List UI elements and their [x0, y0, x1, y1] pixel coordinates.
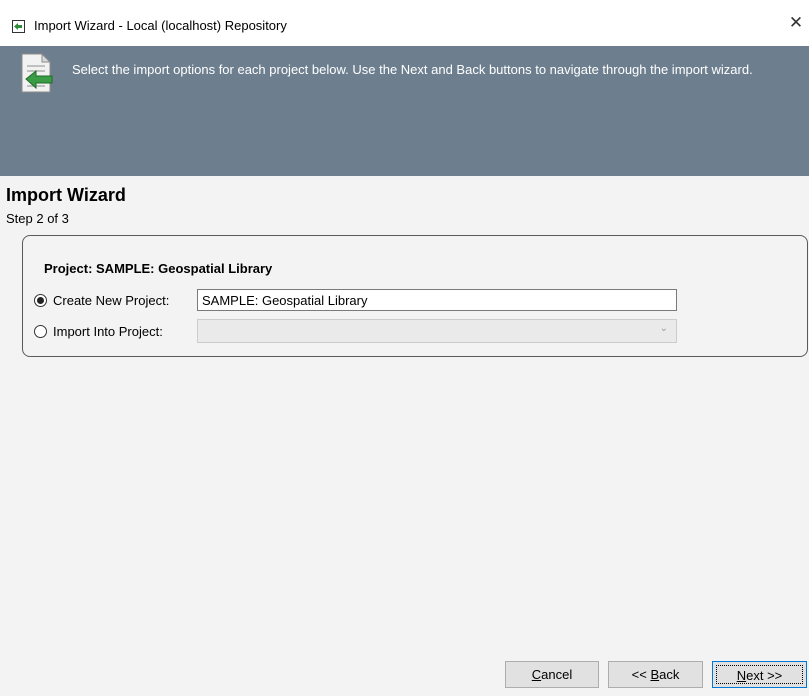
import-into-project-option[interactable]: Import Into Project:: [34, 320, 163, 342]
cancel-accelerator: C: [531, 667, 542, 682]
close-button[interactable]: ✕: [783, 8, 809, 38]
import-app-icon: [12, 20, 25, 33]
back-label-rest: ack: [659, 667, 680, 682]
document-import-icon: [21, 52, 53, 93]
close-icon: ✕: [788, 13, 804, 32]
import-into-project-label[interactable]: Import Into Project:: [53, 324, 163, 339]
next-button[interactable]: Next >>: [712, 661, 807, 688]
project-name-label: Project: SAMPLE: Geospatial Library: [44, 261, 273, 276]
back-label-prefix: <<: [631, 667, 651, 682]
wizard-step-indicator: Step 2 of 3: [6, 211, 69, 226]
wizard-title: Import Wizard: [6, 185, 126, 205]
new-project-name-input[interactable]: [197, 289, 677, 311]
next-focus-outline: Next >>: [716, 665, 803, 684]
window-title: Import Wizard - Local (localhost) Reposi…: [34, 18, 287, 33]
existing-project-dropdown[interactable]: ⌄: [197, 319, 677, 343]
next-label-rest: ext >>: [746, 668, 783, 683]
create-new-project-radio[interactable]: [34, 293, 47, 307]
banner-instructions-text: Select the import options for each proje…: [72, 62, 753, 77]
back-accelerator: B: [650, 667, 660, 682]
import-wizard-window: Import Wizard - Local (localhost) Reposi…: [0, 0, 809, 696]
project-options-group: Project: SAMPLE: Geospatial Library Crea…: [22, 235, 808, 357]
chevron-down-icon: ⌄: [659, 323, 668, 334]
create-new-project-label[interactable]: Create New Project:: [53, 293, 169, 308]
instructions-banner: Select the import options for each proje…: [0, 46, 809, 176]
create-new-project-option[interactable]: Create New Project:: [34, 289, 169, 311]
title-bar: Import Wizard - Local (localhost) Reposi…: [0, 0, 809, 46]
cancel-button[interactable]: Cancel: [505, 661, 599, 688]
next-accelerator: N: [736, 668, 747, 683]
back-button[interactable]: << Back: [608, 661, 703, 688]
cancel-label-rest: ancel: [541, 667, 573, 682]
import-into-project-radio[interactable]: [34, 324, 47, 338]
